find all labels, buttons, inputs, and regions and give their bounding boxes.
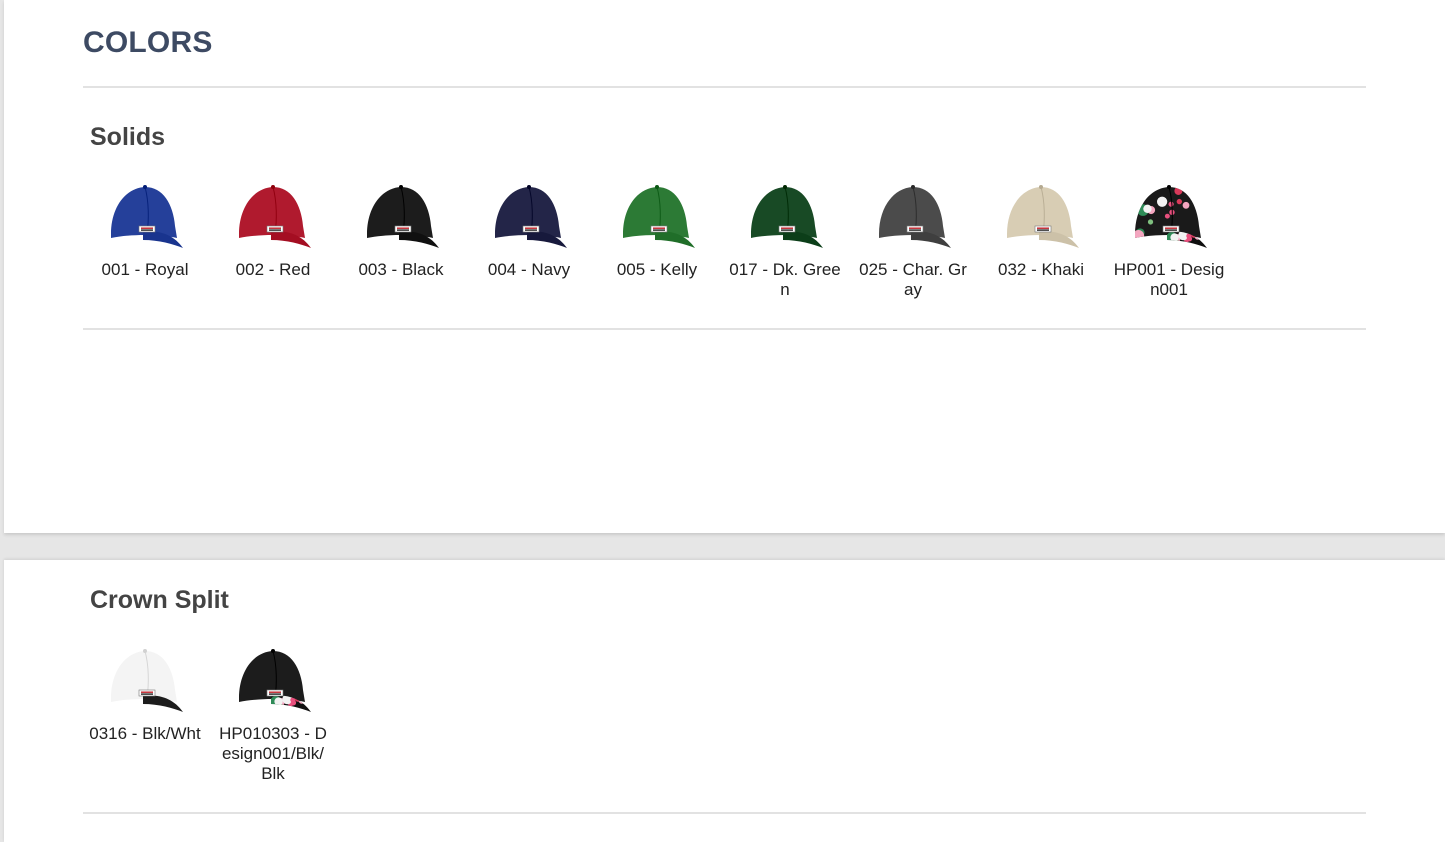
cap-image — [751, 185, 823, 248]
section-title-crown-split: Crown Split — [90, 586, 229, 614]
cap-image — [239, 185, 311, 248]
swatch-label: HP010303 - Design001/Blk/Blk — [219, 724, 327, 783]
swatch-001-royal[interactable]: 001 - Royal — [83, 182, 207, 280]
cap-image — [111, 649, 183, 712]
swatch-004-navy[interactable]: 004 - Navy — [467, 182, 591, 280]
swatch-label: 001 - Royal — [101, 260, 189, 279]
section-divider — [83, 328, 1366, 330]
colors-panel: COLORS Solids 001 - Royal 002 - Red 003 … — [4, 0, 1445, 533]
cap-image — [367, 185, 439, 248]
swatch-005-kelly[interactable]: 005 - Kelly — [595, 182, 719, 280]
swatch-025-char-gray[interactable]: 025 - Char. Gray — [851, 182, 975, 300]
swatch-label: 004 - Navy — [487, 260, 571, 279]
swatch-label: 017 - Dk. Green — [729, 260, 841, 299]
swatch-hp010303-design001-blk-blk[interactable]: HP010303 - Design001/Blk/Blk — [211, 646, 335, 784]
swatch-002-red[interactable]: 002 - Red — [211, 182, 335, 280]
page-title: COLORS — [83, 26, 213, 59]
section-title-solids: Solids — [90, 123, 166, 151]
swatch-label: 025 - Char. Gray — [859, 260, 967, 299]
swatch-0316-blk-wht[interactable]: 0316 - Blk/Wht — [83, 646, 207, 744]
cap-image — [1135, 185, 1207, 248]
crown-split-panel: Crown Split 0316 - Blk/Wht HP010303 - De… — [4, 560, 1445, 842]
swatch-hp001-design001[interactable]: HP001 - Design001 — [1107, 182, 1231, 300]
swatch-label: 005 - Kelly — [616, 260, 698, 279]
title-divider — [83, 86, 1366, 88]
swatch-label: 032 - Khaki — [998, 260, 1084, 279]
swatch-032-khaki[interactable]: 032 - Khaki — [979, 182, 1103, 280]
swatch-label: 003 - Black — [358, 260, 444, 279]
swatch-label: HP001 - Design001 — [1113, 260, 1225, 299]
cap-image — [239, 649, 311, 712]
cap-image — [1007, 185, 1079, 248]
swatch-label: 002 - Red — [235, 260, 311, 279]
swatch-017-dk-green[interactable]: 017 - Dk. Green — [723, 182, 847, 300]
cap-image — [495, 185, 567, 248]
swatch-003-black[interactable]: 003 - Black — [339, 182, 463, 280]
section-divider — [83, 812, 1366, 814]
cap-image — [623, 185, 695, 248]
cap-image — [111, 185, 183, 248]
swatch-label: 0316 - Blk/Wht — [89, 724, 201, 743]
cap-image — [879, 185, 951, 248]
